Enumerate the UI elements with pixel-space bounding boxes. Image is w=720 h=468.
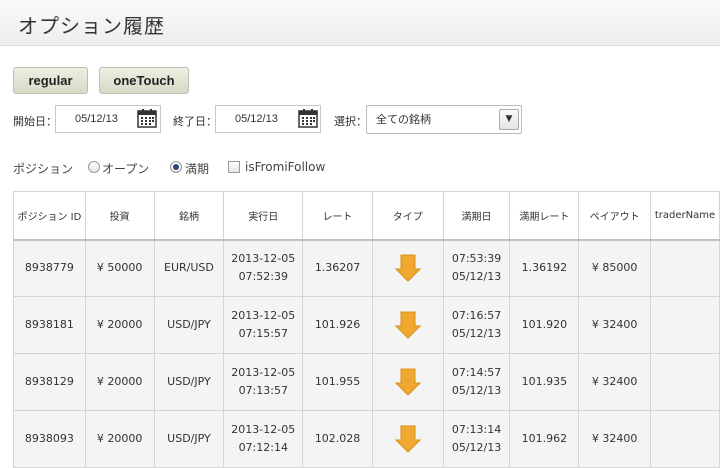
cell-symbol: USD/JPY	[153, 296, 225, 354]
exec-date: 2013-12-05	[231, 423, 296, 436]
filter-row: 開始日： 05/12/13 終了日： 05/12/13 選択： 全ての銘柄 ▼	[0, 104, 720, 134]
follow-checkbox[interactable]	[228, 161, 240, 173]
cell-investment: ¥ 20000	[84, 353, 155, 411]
cell-investment: ¥ 20000	[84, 410, 155, 468]
position-filter: ポジション オープン 満期 isFromiFollow	[0, 158, 720, 178]
exec-time: 07:13:57	[238, 384, 288, 397]
table-row: 8938129 ¥ 20000 USD/JPY 2013-12-05 07:13:…	[13, 353, 720, 411]
cell-type	[371, 296, 444, 354]
exec-date: 2013-12-05	[231, 366, 296, 379]
cell-trader	[649, 353, 720, 411]
open-radio[interactable]	[88, 161, 100, 173]
cell-id: 8938181	[13, 296, 86, 354]
col-header-id: ポジション ID	[13, 191, 86, 241]
col-header-type: タイプ	[371, 191, 444, 241]
cell-exec-date: 2013-12-05 07:52:39	[223, 239, 304, 297]
exec-date: 2013-12-05	[231, 309, 296, 322]
exec-time: 07:15:57	[238, 327, 288, 340]
col-header-symbol: 銘柄	[153, 191, 225, 241]
start-date-label: 開始日：	[13, 115, 57, 128]
select-label: 選択：	[334, 115, 367, 128]
expiry-time: 07:14:57	[451, 366, 502, 379]
col-header-payout: ペイアウト	[578, 191, 651, 241]
col-header-rate: レート	[302, 191, 373, 241]
exec-time: 07:12:14	[238, 441, 288, 454]
cell-investment: ¥ 50000	[84, 239, 155, 297]
cell-payout: ¥ 32400	[578, 296, 651, 354]
expiry-time: 07:53:39	[451, 252, 502, 266]
expiry-time: 07:16:57	[451, 309, 502, 322]
down-arrow-icon	[394, 368, 421, 396]
cell-id: 8938093	[13, 410, 86, 468]
cell-type	[371, 353, 444, 411]
cell-expiry-rate: 101.962	[509, 410, 580, 468]
col-header-trader: traderName	[649, 191, 720, 241]
position-label: ポジション	[13, 162, 74, 176]
cell-exec-date: 2013-12-05 07:13:57	[223, 353, 304, 411]
page-title: オプション履歴	[18, 14, 165, 38]
expired-radio[interactable]	[170, 161, 182, 173]
regular-button[interactable]: regular	[13, 67, 88, 94]
cell-type	[371, 410, 444, 468]
cell-payout: ¥ 85000	[578, 239, 651, 297]
table-row: 8938181 ¥ 20000 USD/JPY 2013-12-05 07:15:…	[13, 296, 720, 354]
symbol-select[interactable]: 全ての銘柄 ▼	[366, 105, 522, 134]
page-header: オプション履歴	[0, 0, 720, 46]
cell-id: 8938129	[13, 353, 86, 411]
cell-expiry-date: 07:13:14 05/12/13	[442, 410, 511, 468]
cell-expiry-rate: 101.935	[509, 353, 580, 411]
cell-exec-date: 2013-12-05 07:12:14	[223, 410, 304, 468]
cell-trader	[649, 296, 720, 354]
cell-type	[371, 239, 444, 297]
expiry-date: 05/12/13	[451, 441, 502, 454]
cell-expiry-date: 07:14:57 05/12/13	[442, 353, 511, 411]
calendar-icon[interactable]	[137, 108, 157, 128]
cell-rate: 101.926	[302, 296, 373, 354]
down-arrow-icon	[394, 425, 421, 453]
col-header-investment: 投資	[84, 191, 155, 241]
cell-payout: ¥ 32400	[578, 410, 651, 468]
down-arrow-icon	[394, 311, 421, 339]
expiry-date: 05/12/13	[451, 270, 502, 284]
cell-trader	[649, 410, 720, 468]
cell-expiry-rate: 101.920	[509, 296, 580, 354]
down-arrow-icon	[394, 254, 421, 282]
cell-rate: 1.36207	[302, 239, 373, 297]
cell-rate: 101.955	[302, 353, 373, 411]
symbol-select-value: 全ての銘柄	[376, 113, 431, 126]
expiry-date: 05/12/13	[451, 327, 502, 340]
cell-trader	[649, 239, 720, 297]
cell-exec-date: 2013-12-05 07:15:57	[223, 296, 304, 354]
open-label: オープン	[102, 162, 150, 176]
end-date-label: 終了日：	[173, 115, 217, 128]
chevron-down-icon[interactable]: ▼	[499, 109, 519, 130]
cell-id: 8938779	[13, 239, 86, 297]
expired-label: 満期	[185, 162, 210, 176]
table-header-row: ポジション ID 投資 銘柄 実行日 レート タイプ 満期日 満期レート ペイア…	[13, 191, 720, 241]
col-header-expiry-date: 満期日	[442, 191, 511, 241]
cell-symbol: USD/JPY	[153, 353, 225, 411]
cell-expiry-date: 07:53:39 05/12/13	[442, 239, 511, 297]
cell-expiry-date: 07:16:57 05/12/13	[442, 296, 511, 354]
calendar-icon[interactable]	[298, 108, 318, 128]
cell-symbol: EUR/USD	[153, 239, 225, 297]
table-row: 8938093 ¥ 20000 USD/JPY 2013-12-05 07:12:…	[13, 410, 720, 468]
exec-date: 2013-12-05	[231, 252, 296, 266]
cell-investment: ¥ 20000	[84, 296, 155, 354]
history-table: ポジション ID 投資 銘柄 実行日 レート タイプ 満期日 満期レート ペイア…	[13, 191, 720, 468]
follow-label: isFromiFollow	[245, 160, 326, 174]
col-header-expiry-rate: 満期レート	[509, 191, 580, 241]
onetouch-button[interactable]: oneTouch	[99, 67, 189, 94]
col-header-exec-date: 実行日	[223, 191, 304, 241]
exec-time: 07:52:39	[238, 270, 288, 284]
expiry-time: 07:13:14	[451, 423, 502, 436]
cell-payout: ¥ 32400	[578, 353, 651, 411]
cell-rate: 102.028	[302, 410, 373, 468]
cell-symbol: USD/JPY	[153, 410, 225, 468]
table-row: 8938779 ¥ 50000 EUR/USD 2013-12-05 07:52:…	[13, 239, 720, 297]
cell-expiry-rate: 1.36192	[509, 239, 580, 297]
expiry-date: 05/12/13	[451, 384, 502, 397]
